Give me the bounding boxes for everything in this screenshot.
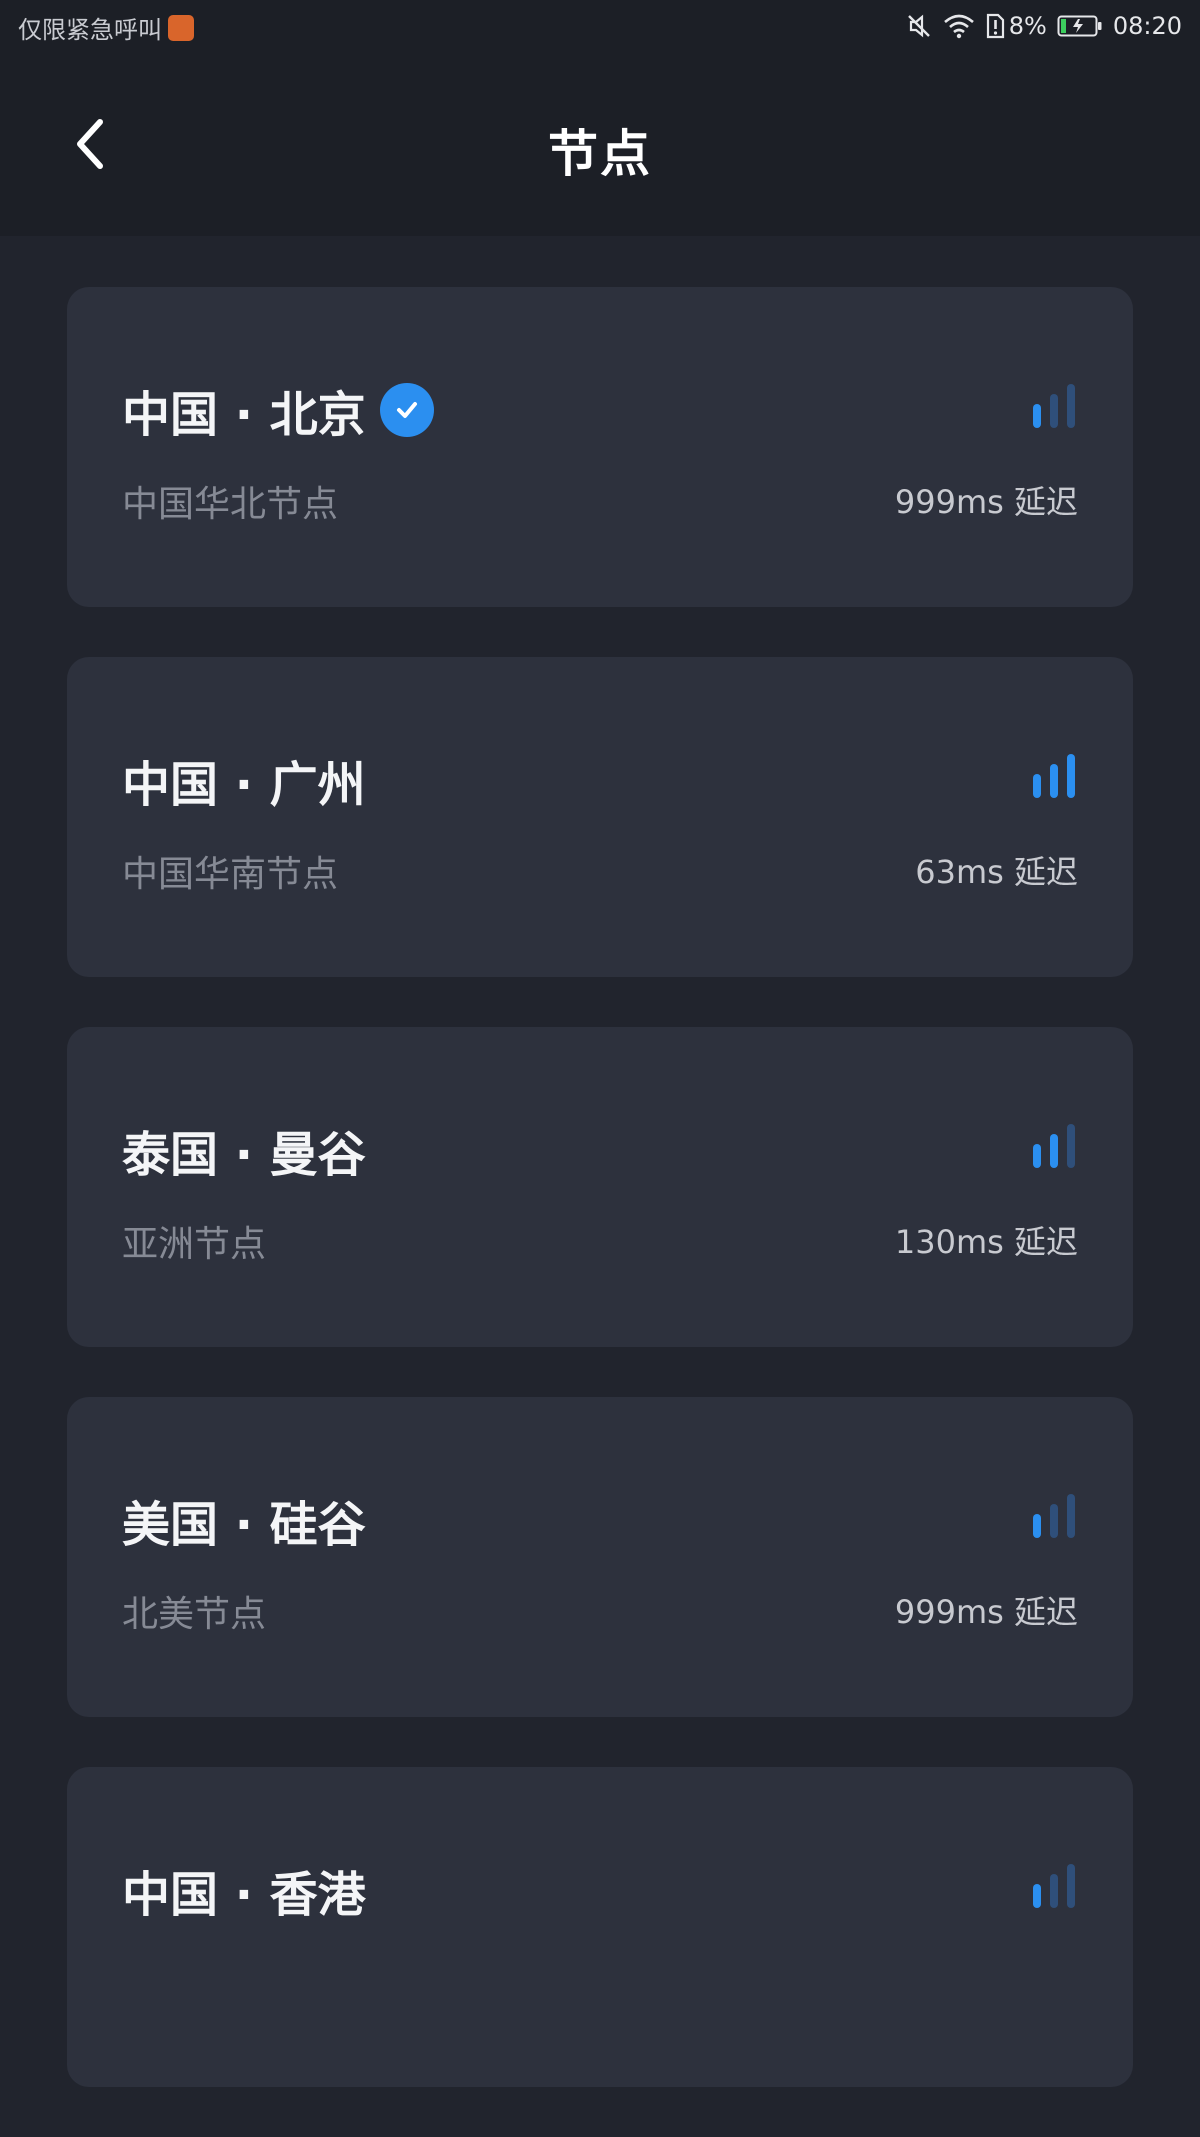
signal-strength-icon (1033, 1124, 1075, 1168)
signal-strength-icon (1033, 1494, 1075, 1538)
app-notification-icon (168, 14, 194, 41)
node-title-row: 中国 · 北京 (122, 375, 434, 445)
signal-strength-icon (1033, 1864, 1075, 1908)
page-title: 节点 (548, 125, 652, 183)
node-subtitle: 中国华北节点 (122, 484, 339, 525)
app-header: 节点 (0, 56, 1200, 236)
selected-check-icon (379, 383, 434, 437)
status-left: 仅限紧急呼叫 (18, 10, 194, 45)
battery-percent: 8% (1008, 12, 1047, 40)
carrier-text: 仅限紧急呼叫 (18, 16, 162, 44)
node-title: 泰国 · 曼谷 (122, 1127, 366, 1183)
status-bar: 仅限紧急呼叫 8% 08:20 (0, 0, 1200, 56)
node-latency: 63ms 延迟 (915, 853, 1078, 891)
clock: 08:20 (1112, 12, 1182, 40)
node-latency: 999ms 延迟 (894, 1593, 1078, 1631)
wifi-icon (943, 12, 975, 40)
node-card-2[interactable]: 泰国 · 曼谷 亚洲节点 130ms 延迟 (67, 1027, 1133, 1347)
node-card-1[interactable]: 中国 · 广州 中国华南节点 63ms 延迟 (67, 657, 1133, 977)
sim-alert-icon (985, 12, 1005, 40)
node-title: 中国 · 广州 (122, 757, 366, 813)
node-card-4[interactable]: 中国 · 香港 (67, 1767, 1133, 2087)
node-title: 中国 · 北京 (122, 387, 366, 443)
mute-icon (905, 12, 933, 40)
node-subtitle: 北美节点 (122, 1594, 267, 1635)
node-title: 中国 · 香港 (122, 1867, 366, 1923)
node-subtitle: 中国华南节点 (122, 854, 339, 895)
signal-strength-icon (1033, 754, 1075, 798)
status-right: 8% 08:20 (895, 10, 1182, 42)
node-title-row: 美国 · 硅谷 (122, 1485, 366, 1555)
battery-charging-icon (1057, 14, 1103, 38)
node-title-row: 中国 · 香港 (122, 1855, 366, 1925)
node-latency: 999ms 延迟 (894, 483, 1078, 521)
signal-strength-icon (1033, 384, 1075, 428)
node-title-row: 中国 · 广州 (122, 745, 366, 815)
node-title: 美国 · 硅谷 (122, 1497, 366, 1553)
node-card-0[interactable]: 中国 · 北京 中国华北节点 999ms 延迟 (67, 287, 1133, 607)
node-card-3[interactable]: 美国 · 硅谷 北美节点 999ms 延迟 (67, 1397, 1133, 1717)
node-title-row: 泰国 · 曼谷 (122, 1115, 366, 1185)
node-latency: 130ms 延迟 (894, 1223, 1078, 1261)
node-list: 中国 · 北京 中国华北节点 999ms 延迟 中国 · 广州 中国华南节点 6… (67, 287, 1133, 2137)
node-subtitle: 亚洲节点 (122, 1224, 267, 1265)
